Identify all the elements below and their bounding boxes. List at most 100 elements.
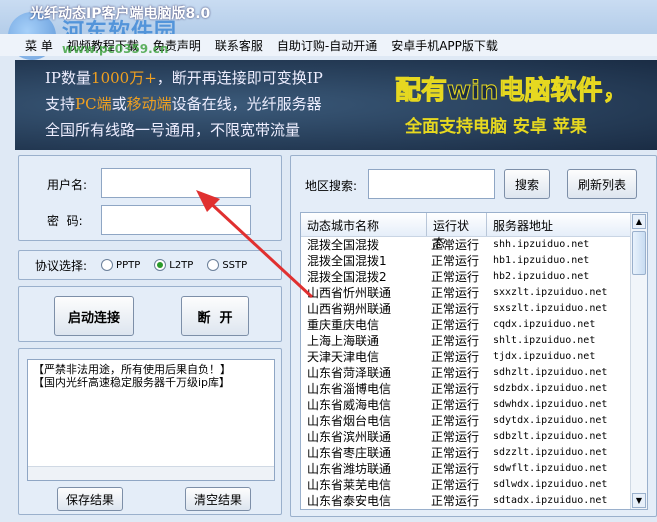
menu-android-download[interactable]: 安卓手机APP版下载 [384,34,505,56]
column-header-status[interactable]: 运行状态 [427,213,487,250]
table-row[interactable]: 山东省威海电信 正常运行 sdwhdx.ipzuiduo.net [301,397,647,413]
password-label: 密 码: [47,214,83,228]
cell-server: sdzbdx.ipzuiduo.net [493,383,608,394]
banner-line-3: 全国所有线路一号通用，不限宽带流量 [45,121,301,139]
radio-checked-icon [154,259,167,271]
table-row[interactable]: 山东省莱芜电信 正常运行 sdlwdx.ipzuiduo.net [301,477,647,493]
cell-server: sdwflt.ipzuiduo.net [493,463,608,474]
cell-server: sdzzlt.ipzuiduo.net [493,447,608,458]
cell-city: 山东省泰安电信 [307,494,392,508]
save-results-button[interactable]: 保存结果 [57,487,123,511]
cell-city: 山东省烟台电信 [307,414,392,428]
cell-server: cqdx.ipzuiduo.net [493,319,596,330]
table-row[interactable]: 山东省烟台电信 正常运行 sdytdx.ipzuiduo.net [301,413,647,429]
cell-status: 正常运行 [431,462,480,476]
cell-status: 正常运行 [431,350,480,364]
table-row[interactable]: 山东省潍坊联通 正常运行 sdwflt.ipzuiduo.net [301,461,647,477]
cell-server: tjdx.ipzuiduo.net [493,351,596,362]
table-row[interactable]: 混拨全国混拨2 正常运行 hb2.ipzuiduo.net [301,269,647,285]
table-row[interactable]: 山东省滨州联通 正常运行 sdbzlt.ipzuiduo.net [301,429,647,445]
cell-status: 正常运行 [431,494,480,508]
cell-status: 正常运行 [431,334,480,348]
menu-self-order[interactable]: 自助订购-自动开通 [270,34,384,56]
log-panel: 【严禁非法用途，所有使用后果自负！】 【国内光纤高速稳定服务器千万级ip库】 保… [18,348,282,515]
table-row[interactable]: 山东省淄博电信 正常运行 sdzbdx.ipzuiduo.net [301,381,647,397]
refresh-list-button[interactable]: 刷新列表 [567,169,637,199]
protocol-label: 协议选择: [35,258,88,273]
cell-city: 山东省莱芜电信 [307,478,392,492]
protocol-pptp-radio[interactable]: PPTP [101,259,140,271]
cell-status: 正常运行 [431,270,480,284]
connect-button[interactable]: 启动连接 [54,296,134,336]
cell-status: 正常运行 [431,446,480,460]
cell-server: sxxzlt.ipzuiduo.net [493,287,608,298]
title-bar: 光纤动态IP客户端电脑版8.0 河东软件园 [0,0,657,60]
table-header: 动态城市名称 运行状态 服务器地址 [301,213,647,250]
cell-server: sdlwdx.ipzuiduo.net [493,479,608,490]
cell-city: 山东省威海电信 [307,398,392,412]
protocol-l2tp-radio[interactable]: L2TP [154,259,193,271]
clear-results-button[interactable]: 清空结果 [185,487,251,511]
table-row[interactable]: 上海上海联通 正常运行 shlt.ipzuiduo.net [301,333,647,349]
table-row[interactable]: 山东省菏泽联通 正常运行 sdhzlt.ipzuiduo.net [301,365,647,381]
cell-status: 正常运行 [431,286,480,300]
cell-server: sdbzlt.ipzuiduo.net [493,431,608,442]
username-label: 用户名: [47,178,88,192]
banner-right-subtitle: 全面支持电脑 安卓 苹果 [405,117,587,137]
cell-server: shh.ipzuiduo.net [493,239,590,250]
banner-right-title: 配有win电脑软件， [394,76,629,107]
table-row[interactable]: 山西省忻州联通 正常运行 sxxzlt.ipzuiduo.net [301,285,647,301]
cell-server: sxszlt.ipzuiduo.net [493,303,608,314]
cell-status: 正常运行 [431,398,480,412]
region-search-input[interactable] [368,169,495,199]
cell-server: sdtadx.ipzuiduo.net [493,495,608,506]
log-textarea[interactable]: 【严禁非法用途，所有使用后果自负！】 【国内光纤高速稳定服务器千万级ip库】 [27,359,275,481]
horizontal-scrollbar[interactable] [28,466,274,480]
vertical-scrollbar[interactable]: ▲ ▼ [630,213,647,509]
cell-city: 山东省菏泽联通 [307,366,392,380]
table-row[interactable]: 山东省枣庄联通 正常运行 sdzzlt.ipzuiduo.net [301,445,647,461]
banner-line-2: 支持PC端或移动端设备在线，光纤服务器 [45,95,322,113]
cell-status: 正常运行 [431,414,480,428]
log-line: 【严禁非法用途，所有使用后果自负！】 [33,363,231,376]
cell-status: 正常运行 [431,254,480,268]
watermark-url: www.pc0359.cn [62,42,169,56]
cell-server: sdhzlt.ipzuiduo.net [493,367,608,378]
cell-status: 正常运行 [431,478,480,492]
server-table: 动态城市名称 运行状态 服务器地址 混拨全国混拨 正常运行 shh.ipzuiduo… [300,212,648,510]
cell-server: hb2.ipzuiduo.net [493,271,590,282]
cell-status: 正常运行 [431,366,480,380]
radio-icon [101,259,114,271]
table-row[interactable]: 混拨全国混拨1 正常运行 hb1.ipzuiduo.net [301,253,647,269]
table-row[interactable]: 重庆重庆电信 正常运行 cqdx.ipzuiduo.net [301,317,647,333]
search-button[interactable]: 搜索 [504,169,550,199]
ad-banner[interactable]: IP数量1000万+，断开再连接即可变换IP 支持PC端或移动端设备在线，光纤服… [15,60,657,150]
cell-server: sdwhdx.ipzuiduo.net [493,399,608,410]
menu-main[interactable]: 菜 单 [18,34,60,56]
table-body: 混拨全国混拨 正常运行 shh.ipzuiduo.net 混拨全国混拨1 正常运行 hb1… [301,237,647,509]
cell-server: shlt.ipzuiduo.net [493,335,596,346]
scroll-up-icon[interactable]: ▲ [632,214,646,229]
scroll-thumb[interactable] [632,231,646,275]
column-header-server[interactable]: 服务器地址 [487,213,631,236]
menu-contact[interactable]: 联系客服 [208,34,270,56]
cell-city: 山东省滨州联通 [307,430,392,444]
cell-status: 正常运行 [431,382,480,396]
table-row[interactable]: 山东省泰安电信 正常运行 sdtadx.ipzuiduo.net [301,493,647,509]
scroll-down-icon[interactable]: ▼ [632,493,646,508]
table-row[interactable]: 混拨全国混拨 正常运行 shh.ipzuiduo.net [301,237,647,253]
cell-status: 正常运行 [431,238,480,252]
cell-city: 天津天津电信 [307,350,380,364]
cell-city: 重庆重庆电信 [307,318,380,332]
table-row[interactable]: 山西省朔州联通 正常运行 sxszlt.ipzuiduo.net [301,301,647,317]
cell-city: 山东省淄博电信 [307,382,392,396]
cell-status: 正常运行 [431,302,480,316]
table-row[interactable]: 天津天津电信 正常运行 tjdx.ipzuiduo.net [301,349,647,365]
cell-city: 上海上海联通 [307,334,380,348]
cell-server: hb1.ipzuiduo.net [493,255,590,266]
red-arrow-annotation [196,190,314,299]
cell-server: sdytdx.ipzuiduo.net [493,415,608,426]
radio-label: PPTP [116,259,141,271]
banner-line-1: IP数量1000万+，断开再连接即可变换IP [45,69,323,87]
cell-status: 正常运行 [431,318,480,332]
